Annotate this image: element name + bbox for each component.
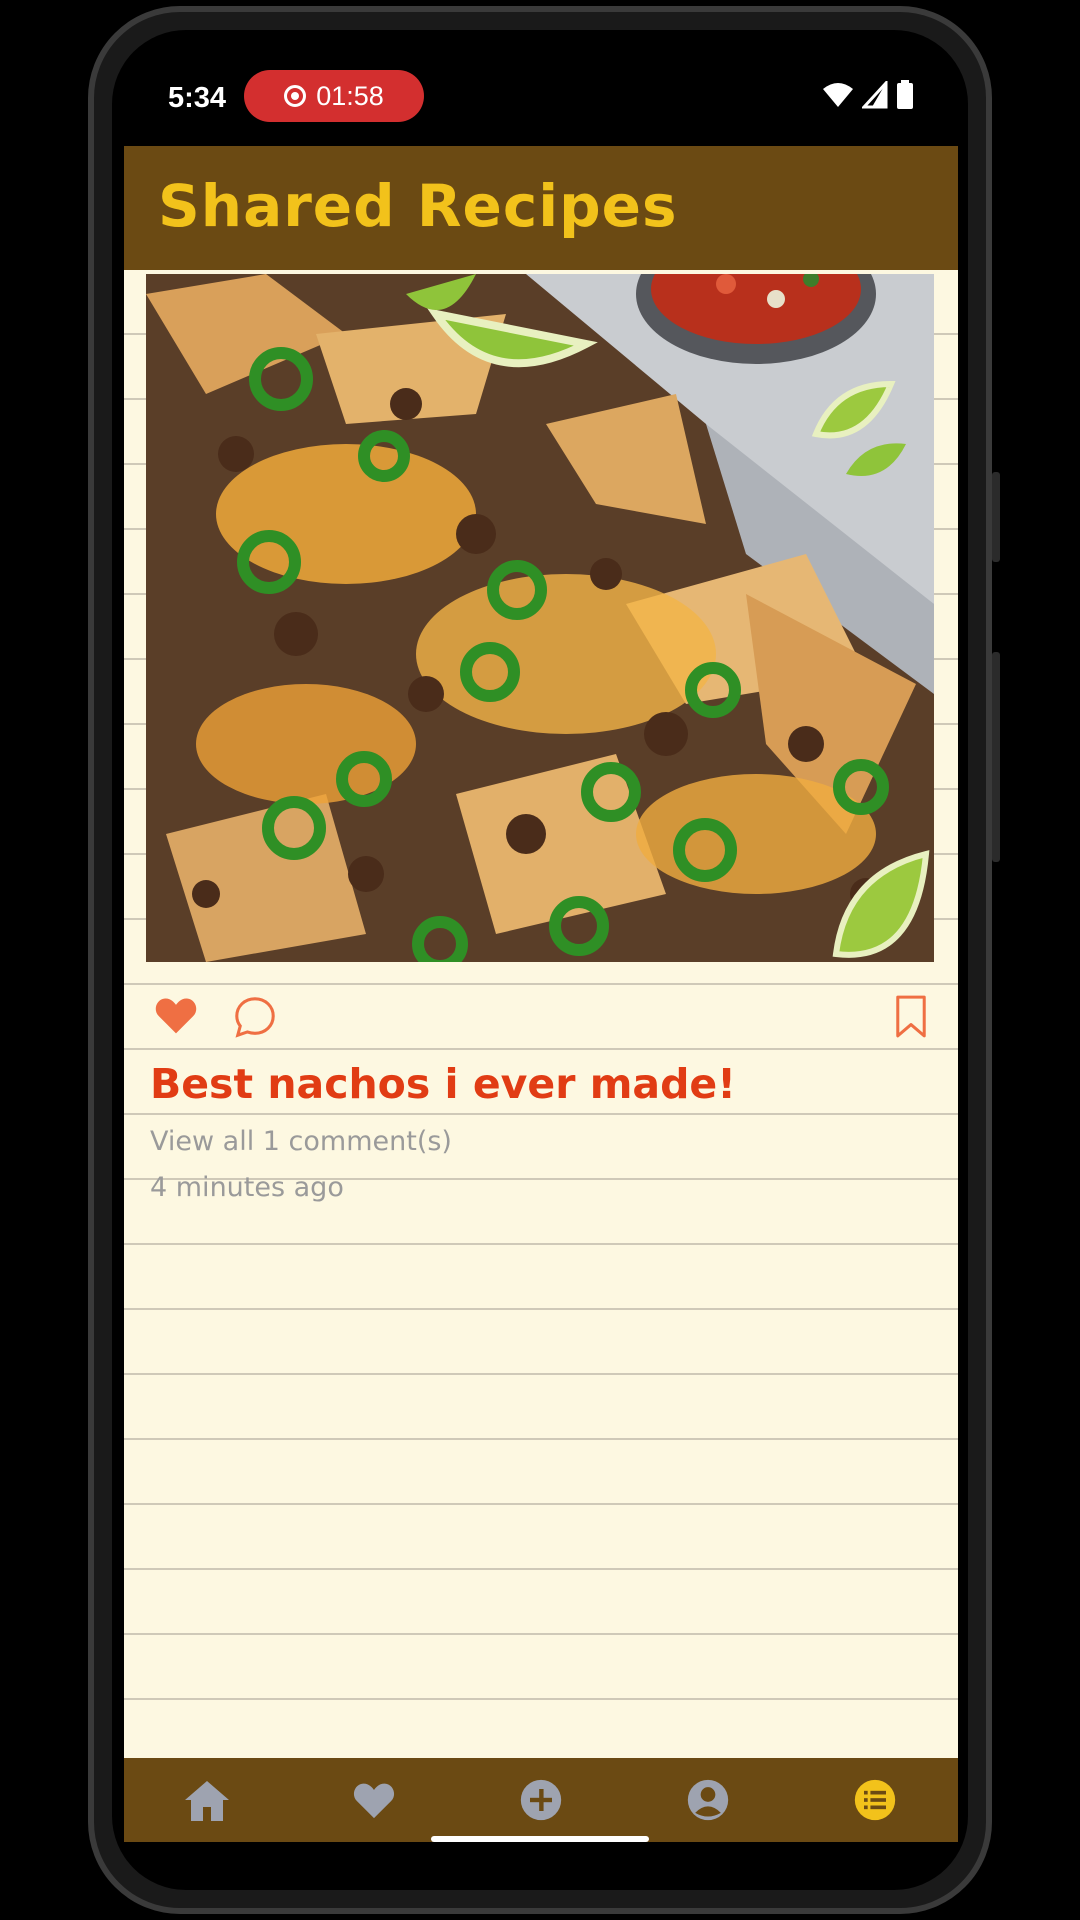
bookmark-button[interactable] bbox=[894, 994, 928, 1044]
nav-home[interactable] bbox=[179, 1772, 235, 1828]
home-icon bbox=[185, 1781, 230, 1821]
volume-button bbox=[992, 652, 1000, 862]
heart-icon bbox=[354, 1783, 395, 1819]
comment-button[interactable] bbox=[232, 994, 278, 1044]
recording-timer: 01:58 bbox=[316, 80, 384, 111]
bookmark-icon bbox=[896, 995, 926, 1038]
nachos-illustration bbox=[146, 274, 934, 962]
phone-screen: 5:34 01:58 Shared Recipes Best nachos i … bbox=[112, 30, 968, 1890]
add-circle-icon bbox=[520, 1779, 562, 1821]
gesture-navigation-bar[interactable] bbox=[431, 1836, 649, 1842]
feed-content[interactable]: Best nachos i ever made! View all 1 comm… bbox=[124, 270, 958, 1758]
status-time: 5:34 bbox=[168, 82, 227, 114]
nav-add-recipe[interactable] bbox=[513, 1772, 569, 1828]
status-icons bbox=[822, 80, 914, 110]
heart-filled-icon bbox=[155, 998, 197, 1034]
screen-recording-indicator[interactable]: 01:58 bbox=[244, 70, 424, 122]
post-actions bbox=[124, 990, 958, 1050]
like-button[interactable] bbox=[154, 994, 198, 1040]
comment-icon bbox=[235, 997, 275, 1038]
battery-icon bbox=[897, 80, 913, 109]
profile-icon bbox=[687, 1779, 728, 1821]
phone-frame: 5:34 01:58 Shared Recipes Best nachos i … bbox=[88, 6, 1000, 1914]
app-title: Shared Recipes bbox=[158, 172, 678, 240]
nav-favorites[interactable] bbox=[346, 1772, 402, 1828]
nav-profile[interactable] bbox=[680, 1772, 736, 1828]
nav-my-recipes[interactable] bbox=[847, 1772, 903, 1828]
signal-icon bbox=[862, 81, 888, 109]
recipe-photo[interactable] bbox=[146, 274, 934, 962]
post-timestamp: 4 minutes ago bbox=[150, 1172, 344, 1203]
bottom-navigation bbox=[124, 1758, 958, 1842]
status-bar: 5:34 01:58 bbox=[112, 30, 968, 154]
record-icon bbox=[284, 85, 307, 107]
app-header: Shared Recipes bbox=[124, 146, 958, 270]
app-screen: Shared Recipes Best nachos i ever made! … bbox=[124, 146, 958, 1842]
view-comments-link[interactable]: View all 1 comment(s) bbox=[150, 1126, 452, 1157]
recipe-title: Best nachos i ever made! bbox=[150, 1060, 736, 1108]
power-button bbox=[992, 472, 1000, 562]
list-icon bbox=[854, 1779, 895, 1821]
wifi-icon bbox=[823, 83, 853, 107]
